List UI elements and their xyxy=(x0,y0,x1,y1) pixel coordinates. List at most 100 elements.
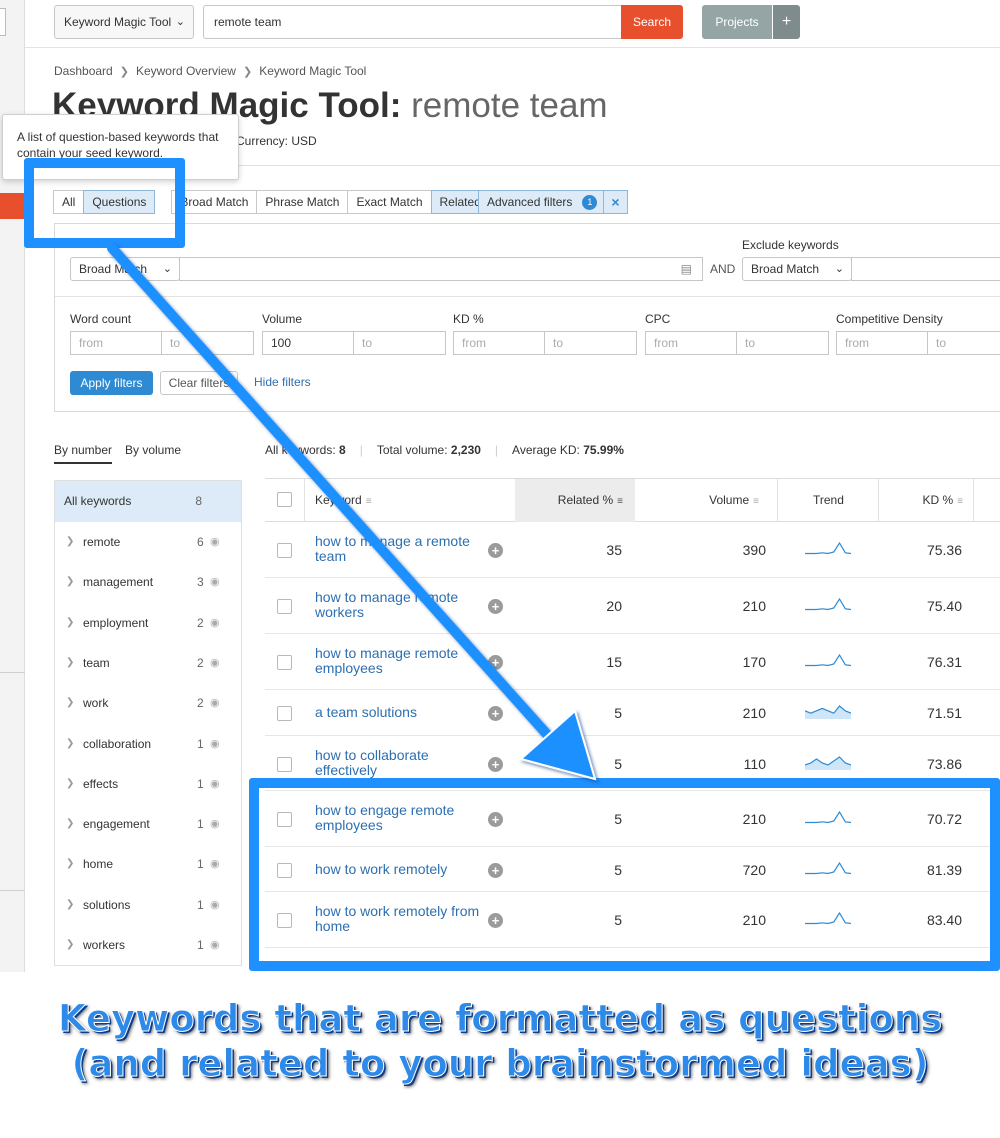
breadcrumb-item[interactable]: Keyword Overview xyxy=(136,64,236,78)
eye-icon[interactable]: ◉ xyxy=(210,562,220,602)
related-percent: 5 xyxy=(614,755,622,772)
caption-line-2: (and related to your brainstormed ideas) xyxy=(71,1042,929,1086)
add-keyword-icon[interactable]: + xyxy=(488,706,503,721)
keyword-stats: All keywords: 8 | Total volume: 2,230 | Aver… xyxy=(265,443,624,457)
chevron-right-icon: ❯ xyxy=(242,66,253,78)
volume-value: 110 xyxy=(743,755,766,772)
tab-by-number[interactable]: By number xyxy=(54,443,113,464)
tab-by-volume[interactable]: By volume xyxy=(125,443,181,457)
projects-button[interactable]: Projects xyxy=(702,5,772,39)
kd-from-input[interactable]: from xyxy=(453,331,545,355)
keyword-link[interactable]: how to manage remote employees xyxy=(315,646,480,676)
column-keyword[interactable]: Keyword ≡ xyxy=(315,479,372,522)
page-title-keyword: remote team xyxy=(411,86,608,125)
tab-phrase-match[interactable]: Phrase Match xyxy=(256,190,349,214)
group-item[interactable]: ❯ management 3 ◉ xyxy=(55,562,241,602)
add-keyword-icon[interactable]: + xyxy=(488,599,503,614)
kd-label: KD % xyxy=(453,312,484,326)
group-item[interactable]: ❯ remote 6 ◉ xyxy=(55,522,241,562)
group-item[interactable]: ❯ employment 2 ◉ xyxy=(55,603,241,643)
breadcrumb: Dashboard ❯ Keyword Overview ❯ Keyword Magic… xyxy=(54,64,366,78)
group-item[interactable]: ❯ workers 1 ◉ xyxy=(55,925,241,965)
eye-icon[interactable]: ◉ xyxy=(210,764,220,804)
keyword-link[interactable]: how to collaborate effectively xyxy=(315,747,480,778)
add-keyword-icon[interactable]: + xyxy=(488,543,503,558)
row-checkbox[interactable] xyxy=(277,655,292,670)
eye-icon[interactable]: ◉ xyxy=(210,643,220,683)
eye-icon[interactable]: ◉ xyxy=(210,804,220,844)
clear-filters-button[interactable]: Clear filters xyxy=(160,371,238,395)
row-checkbox[interactable] xyxy=(277,543,292,558)
eye-icon[interactable]: ◉ xyxy=(210,603,220,643)
group-count: 1 xyxy=(197,817,204,832)
row-checkbox[interactable] xyxy=(277,756,292,772)
apply-filters-button[interactable]: Apply filters xyxy=(70,371,153,395)
row-checkbox[interactable] xyxy=(277,599,292,614)
column-label: Keyword xyxy=(315,493,362,507)
hide-filters-link[interactable]: Hide filters xyxy=(254,375,311,389)
volume-from-input[interactable]: 100 xyxy=(262,331,354,355)
keyword-link[interactable]: how to manage a remote team xyxy=(315,534,480,564)
group-item[interactable]: ❯ team 2 ◉ xyxy=(55,643,241,683)
volume-to-input[interactable]: to xyxy=(353,331,446,355)
word-count-to-input[interactable]: to xyxy=(161,331,254,355)
breadcrumb-item[interactable]: Dashboard xyxy=(54,64,113,78)
sidebar-collapsed-box[interactable] xyxy=(0,8,6,36)
kd-value: 73.86 xyxy=(926,755,962,772)
include-match-select[interactable]: Broad Match ⌄ xyxy=(70,257,180,281)
search-button[interactable]: Search xyxy=(621,5,683,39)
eye-icon[interactable]: ◉ xyxy=(210,885,220,925)
keyword-link[interactable]: a team solutions xyxy=(315,705,480,720)
divider xyxy=(55,296,1000,297)
column-kd[interactable]: KD % ≡ xyxy=(885,479,963,522)
exclude-match-select[interactable]: Broad Match ⌄ xyxy=(742,257,852,281)
column-label: Related % xyxy=(557,493,614,507)
tab-exact-match[interactable]: Exact Match xyxy=(347,190,432,214)
chevron-right-icon: ❯ xyxy=(66,858,75,870)
table-row: how to manage remote employees +15 170 76.3… xyxy=(265,634,1000,690)
add-project-button[interactable]: + xyxy=(773,5,800,39)
kd-to-input[interactable]: to xyxy=(544,331,637,355)
group-item[interactable]: ❯ work 2 ◉ xyxy=(55,683,241,723)
include-keywords-input[interactable]: ▤ xyxy=(179,257,703,281)
sidebar-active-item[interactable] xyxy=(0,193,25,219)
cpc-to-input[interactable]: to xyxy=(736,331,829,355)
column-volume[interactable]: Volume ≡ xyxy=(635,479,769,522)
group-all-keywords[interactable]: All keywords 8 xyxy=(55,481,241,522)
eye-icon[interactable]: ◉ xyxy=(210,522,220,562)
column-divider xyxy=(777,479,778,522)
add-keyword-icon[interactable]: + xyxy=(488,756,503,772)
eye-icon[interactable]: ◉ xyxy=(210,724,220,764)
eye-icon[interactable]: ◉ xyxy=(210,925,220,965)
chevron-right-icon: ❯ xyxy=(66,737,75,749)
advanced-filters-button[interactable]: Advanced filters 1 xyxy=(478,190,607,214)
chevron-right-icon: ❯ xyxy=(66,898,75,910)
column-related[interactable]: Related % ≡ xyxy=(515,479,635,522)
word-count-from-input[interactable]: from xyxy=(70,331,162,355)
search-input[interactable]: remote team xyxy=(203,5,623,39)
group-item[interactable]: ❯ solutions 1 ◉ xyxy=(55,885,241,925)
competitive-density-from-input[interactable]: from xyxy=(836,331,928,355)
exclude-keywords-input[interactable] xyxy=(851,257,1000,281)
chevron-right-icon: ❯ xyxy=(66,697,75,709)
group-item[interactable]: ❯ home 1 ◉ xyxy=(55,844,241,884)
group-item[interactable]: ❯ collaboration 1 ◉ xyxy=(55,724,241,764)
eye-icon[interactable]: ◉ xyxy=(210,683,220,723)
select-all-checkbox[interactable] xyxy=(277,492,292,507)
add-keyword-icon[interactable]: + xyxy=(488,655,503,670)
group-count: 1 xyxy=(197,776,204,791)
volume-value: 210 xyxy=(742,705,766,721)
cpc-label: CPC xyxy=(645,312,671,326)
row-checkbox[interactable] xyxy=(277,706,292,721)
keyword-link[interactable]: how to manage remote workers xyxy=(315,590,480,620)
eye-icon[interactable]: ◉ xyxy=(210,844,220,884)
group-item[interactable]: ❯ engagement 1 ◉ xyxy=(55,804,241,844)
competitive-density-to-input[interactable]: to xyxy=(927,331,1000,355)
breadcrumb-item[interactable]: Keyword Magic Tool xyxy=(259,64,366,78)
group-item[interactable]: ❯ effects 1 ◉ xyxy=(55,764,241,804)
all-keywords-value: 8 xyxy=(339,443,346,457)
tool-select[interactable]: Keyword Magic Tool ⌄ xyxy=(54,5,194,39)
group-count: 2 xyxy=(197,655,204,670)
close-filters-icon[interactable]: × xyxy=(603,190,628,214)
cpc-from-input[interactable]: from xyxy=(645,331,737,355)
